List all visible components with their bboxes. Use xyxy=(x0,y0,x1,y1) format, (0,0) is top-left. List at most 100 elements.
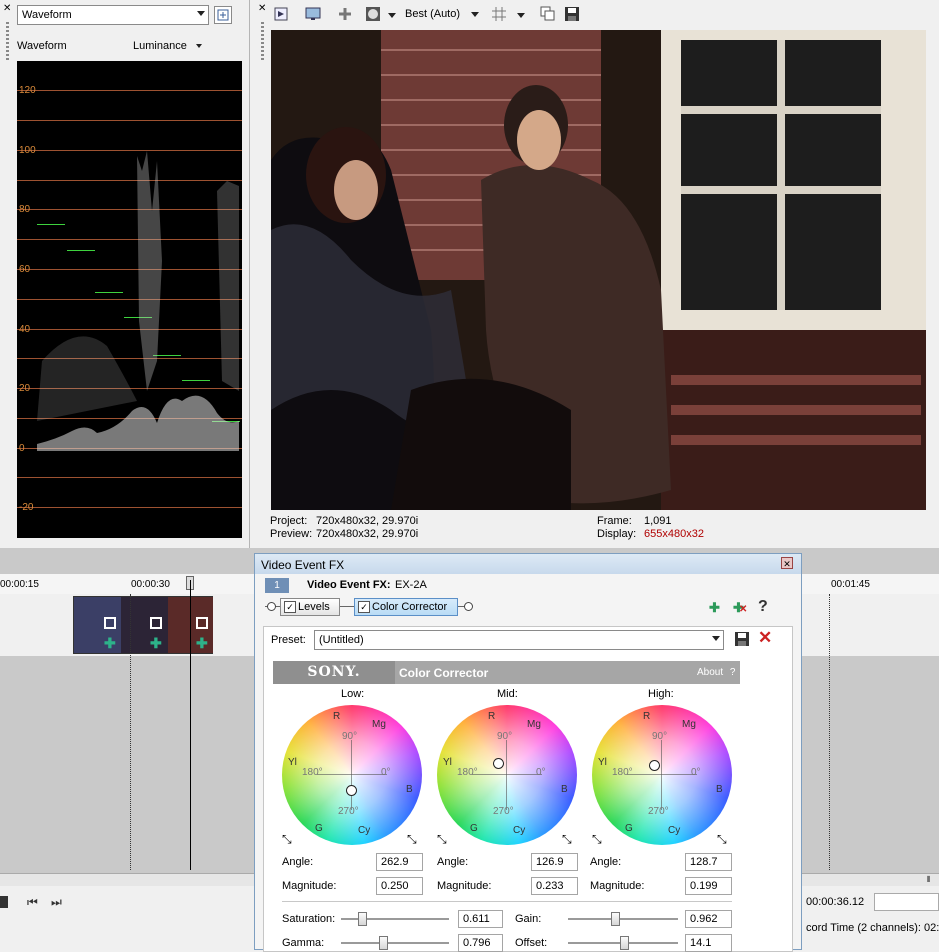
marker-line xyxy=(130,594,131,870)
event-fx-icon[interactable]: ✚ xyxy=(104,635,116,652)
wheel-label-b: B xyxy=(406,784,413,795)
external-monitor-button[interactable] xyxy=(305,6,323,24)
about-button[interactable]: About ? xyxy=(697,667,735,678)
color-wheel-mid[interactable]: R Mg Yl B G Cy 90° 180° 0° 270° xyxy=(437,705,577,845)
scrollbar-grip[interactable]: ⦀ xyxy=(927,875,931,885)
chevron-down-icon xyxy=(195,44,202,49)
copy-snapshot-button[interactable] xyxy=(540,6,558,24)
panel-grip[interactable] xyxy=(261,22,264,62)
help-icon[interactable]: ? xyxy=(758,598,768,616)
wheel-label-yl: Yl xyxy=(288,757,297,768)
color-wheel-high[interactable]: R Mg Yl B G Cy 90° 180° 0° 270° xyxy=(592,705,732,845)
eyedropper-icon[interactable]: ⤡ xyxy=(282,832,292,847)
checkbox-icon[interactable]: ✓ xyxy=(284,601,296,614)
eyedropper-icon[interactable]: ⤡ xyxy=(592,832,602,847)
wheel-handle[interactable] xyxy=(493,758,504,769)
save-snapshot-button[interactable] xyxy=(564,6,582,24)
saturation-field[interactable]: 0.611 xyxy=(458,910,503,928)
dialog-titlebar[interactable]: Video Event FX ✕ xyxy=(255,554,801,574)
offset-label: Offset: xyxy=(515,937,548,949)
delete-preset-icon[interactable]: ✕ xyxy=(758,628,772,648)
wheel-label-g: G xyxy=(315,823,323,834)
chevron-down-icon xyxy=(471,11,480,17)
chain-plugin-levels[interactable]: ✓ Levels xyxy=(280,598,340,616)
waveform-scope: 120 100 80 60 40 20 0 -20 xyxy=(17,61,242,538)
gamma-label: Gamma: xyxy=(282,937,325,949)
chain-plugin-color-corrector[interactable]: ✓ Color Corrector xyxy=(354,598,458,616)
saturation-label: Saturation: xyxy=(282,913,336,925)
stop-icon[interactable] xyxy=(0,896,8,908)
checkbox-icon[interactable]: ✓ xyxy=(358,601,370,614)
overlay-icon xyxy=(366,7,380,21)
offset-slider-thumb[interactable] xyxy=(620,936,629,950)
time-display: 00:00:36.12 xyxy=(806,896,865,908)
split-screen-button[interactable] xyxy=(337,6,355,24)
grid-overlay-button[interactable] xyxy=(491,6,509,24)
gain-field[interactable]: 0.962 xyxy=(685,910,732,928)
angle-field-low[interactable]: 262.9 xyxy=(376,853,423,871)
time-field[interactable] xyxy=(874,893,939,911)
properties-icon xyxy=(274,7,288,21)
panel-grip[interactable] xyxy=(6,22,9,62)
remove-plugin-icon[interactable]: ✚ ✕ xyxy=(733,600,747,616)
event-pan-crop-icon[interactable] xyxy=(150,617,162,629)
save-preset-button[interactable] xyxy=(735,632,749,649)
chevron-down-icon[interactable] xyxy=(517,13,525,18)
eyedropper-icon[interactable]: ⤡ xyxy=(437,832,447,847)
event-fx-icon[interactable]: ✚ xyxy=(196,635,208,652)
video-still xyxy=(271,30,926,510)
chevron-down-icon[interactable] xyxy=(388,13,396,18)
event-fx-icon[interactable]: ✚ xyxy=(150,635,162,652)
scope-type-select[interactable]: Waveform xyxy=(17,5,209,25)
wheel-label-180: 180° xyxy=(612,767,633,778)
wheel-label-mg: Mg xyxy=(372,719,386,730)
eyedropper-icon[interactable]: ⤡ xyxy=(717,832,727,847)
magnitude-label-mid: Magnitude: xyxy=(437,880,492,892)
plugin-chain-add-icon[interactable]: ✚ xyxy=(709,600,720,616)
preview-props-button[interactable] xyxy=(273,6,291,24)
gain-slider-track[interactable] xyxy=(568,918,678,921)
gamma-field[interactable]: 0.796 xyxy=(458,934,503,952)
video-event-fx-dialog: Video Event FX ✕ 1 Video Event FX: EX-2A… xyxy=(254,553,802,952)
ruler-mark: 00:01:45 xyxy=(831,579,870,590)
angle-field-mid[interactable]: 126.9 xyxy=(531,853,578,871)
angle-label-low: Angle: xyxy=(282,856,314,868)
ruler-mark: 00:00:15 xyxy=(0,579,39,590)
go-to-start-icon[interactable]: ⏮ xyxy=(27,895,38,910)
wheel-handle[interactable] xyxy=(346,785,357,796)
gamma-slider-track[interactable] xyxy=(341,942,449,945)
color-wheel-low[interactable]: R Mg Yl B G Cy 90° 180° 0° 270° xyxy=(282,705,422,845)
preset-select[interactable]: (Untitled) xyxy=(314,630,724,650)
plugin-name: Color Corrector xyxy=(399,666,489,680)
scope-mode-value: Luminance xyxy=(133,40,187,52)
eyedropper-icon[interactable]: ⤡ xyxy=(562,832,572,847)
event-pan-crop-icon[interactable] xyxy=(196,617,208,629)
monitor-icon xyxy=(305,7,321,20)
magnitude-field-low[interactable]: 0.250 xyxy=(376,877,423,895)
close-icon[interactable]: ✕ xyxy=(3,3,11,14)
preview-quality-select[interactable]: Best (Auto) xyxy=(405,8,480,20)
frame-label: Frame: xyxy=(597,515,632,527)
preview-label: Preview: xyxy=(270,528,313,540)
wheel-label-90: 90° xyxy=(497,731,513,742)
scope-settings-button[interactable] xyxy=(214,6,232,24)
gamma-slider-thumb[interactable] xyxy=(379,936,388,950)
magnitude-field-high[interactable]: 0.199 xyxy=(685,877,732,895)
wheel-handle[interactable] xyxy=(649,760,660,771)
close-icon[interactable]: ✕ xyxy=(781,557,793,569)
close-icon[interactable]: ✕ xyxy=(258,3,266,14)
magnitude-field-mid[interactable]: 0.233 xyxy=(531,877,578,895)
eyedropper-icon[interactable]: ⤡ xyxy=(407,832,417,847)
gain-slider-thumb[interactable] xyxy=(611,912,620,926)
overlay-button[interactable] xyxy=(365,6,383,24)
scope-mode-select[interactable]: Luminance xyxy=(133,40,202,52)
video-event-clip[interactable]: ✚ ✚ ✚ xyxy=(73,596,213,654)
saturation-slider-thumb[interactable] xyxy=(358,912,367,926)
grid-icon xyxy=(492,7,506,21)
angle-field-high[interactable]: 128.7 xyxy=(685,853,732,871)
go-to-end-icon[interactable]: ⏭ xyxy=(51,895,62,910)
wheel-label-270: 270° xyxy=(493,806,514,817)
wheel-label-270: 270° xyxy=(338,806,359,817)
event-pan-crop-icon[interactable] xyxy=(104,617,116,629)
offset-field[interactable]: 14.1 xyxy=(685,934,732,952)
